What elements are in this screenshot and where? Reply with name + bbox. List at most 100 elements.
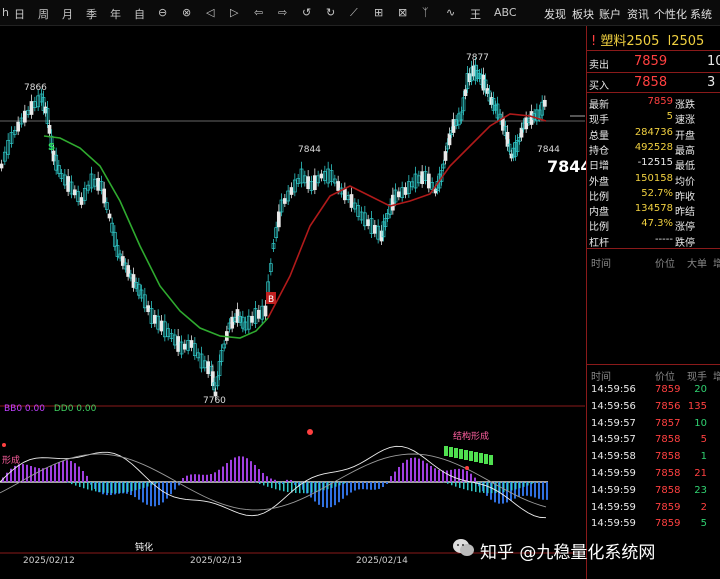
toolbar-button-20[interactable]: 王 bbox=[470, 6, 481, 22]
toolbar-button-8[interactable]: ⊗ bbox=[182, 6, 191, 19]
histogram-bar-alt bbox=[483, 482, 485, 493]
histogram-bar bbox=[422, 460, 424, 482]
candle-body bbox=[379, 230, 384, 242]
candle-body bbox=[349, 194, 354, 208]
histogram-bar-alt bbox=[119, 482, 121, 493]
divider bbox=[587, 364, 720, 365]
price-label-right: 7844 bbox=[537, 145, 560, 155]
menu-item-3[interactable]: 资讯 bbox=[627, 6, 649, 22]
histogram-bar-alt bbox=[75, 482, 77, 486]
toolbar-button-21[interactable]: ABC bbox=[494, 6, 517, 19]
toolbar-button-18[interactable]: ᛉ bbox=[422, 6, 429, 19]
toolbar-button-7[interactable]: ⊖ bbox=[158, 6, 167, 19]
header-increase: 增 bbox=[713, 259, 720, 270]
signal-dot bbox=[2, 443, 6, 447]
candle-body bbox=[447, 133, 452, 146]
candle-body bbox=[433, 188, 438, 194]
toolbar-button-0[interactable]: h bbox=[2, 6, 9, 19]
kline-chart[interactable]: SB 7866 7844 7877 7760 7844 7844 BB0 0.0… bbox=[0, 26, 592, 579]
structure-block bbox=[459, 449, 463, 459]
toolbar-button-4[interactable]: 季 bbox=[86, 6, 97, 22]
tick-price: 7859 bbox=[655, 384, 681, 395]
tick-time: 14:59:59 bbox=[591, 518, 636, 530]
histogram-bar-alt bbox=[455, 482, 457, 487]
structure-block bbox=[449, 447, 453, 457]
toolbar-button-17[interactable]: ⊠ bbox=[398, 6, 407, 19]
histogram-bar-alt bbox=[339, 482, 341, 486]
menu-item-1[interactable]: 板块 bbox=[572, 6, 594, 22]
histogram-bar bbox=[474, 477, 476, 482]
histogram-bar bbox=[214, 472, 216, 482]
dd0-label: DD0 0.00 bbox=[53, 404, 97, 414]
toolbar-button-3[interactable]: 月 bbox=[62, 6, 73, 22]
histogram-bar-alt bbox=[135, 482, 137, 491]
tick-header-price: 价位 bbox=[655, 372, 675, 383]
structure-block bbox=[444, 446, 448, 456]
tick-row: 14:59:57 7857 10 bbox=[587, 417, 720, 432]
toolbar-button-12[interactable]: ⇨ bbox=[278, 6, 287, 19]
tick-row: 14:59:59 7859 5 bbox=[587, 517, 720, 532]
histogram-bar bbox=[194, 474, 196, 482]
histogram-bar bbox=[446, 470, 448, 482]
histogram-bar bbox=[254, 464, 256, 482]
toolbar-button-10[interactable]: ▷ bbox=[230, 6, 238, 19]
histogram-bar-alt bbox=[531, 482, 533, 485]
toolbar-button-5[interactable]: 年 bbox=[110, 6, 121, 22]
structure-block bbox=[469, 451, 473, 461]
toolbar-button-13[interactable]: ↺ bbox=[302, 6, 311, 19]
histogram-bar bbox=[434, 468, 436, 482]
stat-label-2: 涨跌 bbox=[675, 100, 695, 111]
toolbar-button-2[interactable]: 周 bbox=[38, 6, 49, 22]
histogram-bar-alt bbox=[115, 482, 117, 494]
menu-item-0[interactable]: 发现 bbox=[544, 6, 566, 22]
toolbar-button-11[interactable]: ⇦ bbox=[254, 6, 263, 19]
header-time: 时间 bbox=[591, 259, 611, 270]
stat-label-2: 昨结 bbox=[675, 207, 695, 219]
histogram-bar bbox=[398, 466, 400, 482]
histogram-bar bbox=[438, 469, 440, 482]
histogram-bar-alt bbox=[523, 482, 525, 487]
histogram-bar bbox=[234, 457, 236, 482]
contract-name: 塑料2505 bbox=[600, 34, 660, 49]
annotation-dunhua: 钝化 bbox=[135, 543, 154, 553]
histogram-bar bbox=[190, 474, 192, 482]
buy-row: 买入 7858 3 bbox=[587, 74, 720, 92]
candle-body bbox=[443, 151, 448, 161]
histogram-bar bbox=[54, 464, 56, 482]
date-label-2: 2025/02/13 bbox=[190, 556, 242, 566]
toolbar-button-15[interactable]: ⟋ bbox=[350, 6, 358, 20]
toolbar-button-16[interactable]: ⊞ bbox=[374, 6, 383, 19]
stat-label: 比例 bbox=[589, 191, 609, 203]
toolbar-button-9[interactable]: ◁ bbox=[206, 6, 214, 19]
histogram-bar bbox=[410, 457, 412, 482]
histogram-bar-alt bbox=[315, 482, 317, 492]
price-label-high1: 7866 bbox=[24, 83, 47, 93]
histogram-bar bbox=[218, 469, 220, 482]
candle-body bbox=[102, 188, 107, 204]
stat-label: 外盘 bbox=[589, 176, 609, 188]
histogram-bar bbox=[186, 475, 188, 482]
histogram-bar bbox=[270, 478, 272, 482]
candle-body bbox=[542, 99, 547, 107]
tick-volume: 21 bbox=[694, 468, 707, 479]
toolbar-button-14[interactable]: ↻ bbox=[326, 6, 335, 19]
toolbar-button-19[interactable]: ∿ bbox=[446, 6, 455, 19]
stat-label: 总量 bbox=[589, 130, 609, 142]
watermark: 知乎 @九稳量化系统网 bbox=[480, 543, 656, 563]
candle-body bbox=[463, 89, 468, 97]
histogram-bar-alt bbox=[147, 482, 149, 487]
toolbar-button-1[interactable]: 日 bbox=[14, 6, 25, 22]
histogram-bar bbox=[406, 459, 408, 482]
menu-item-4[interactable]: 个性化 bbox=[654, 6, 687, 22]
tick-time: 14:59:57 bbox=[591, 417, 636, 429]
buy-label: 买入 bbox=[589, 81, 609, 92]
tick-time: 14:59:57 bbox=[591, 434, 636, 446]
toolbar-button-6[interactable]: 自 bbox=[134, 6, 145, 22]
header-price: 价位 bbox=[655, 259, 675, 270]
menu-item-2[interactable]: 账户 bbox=[599, 6, 621, 22]
stat-label-2: 最高 bbox=[675, 145, 695, 157]
stat-label: 日增 bbox=[589, 161, 609, 173]
stat-value: 134578 bbox=[634, 203, 673, 215]
histogram-bar-alt bbox=[271, 482, 273, 489]
histogram-bar-alt bbox=[139, 482, 141, 490]
